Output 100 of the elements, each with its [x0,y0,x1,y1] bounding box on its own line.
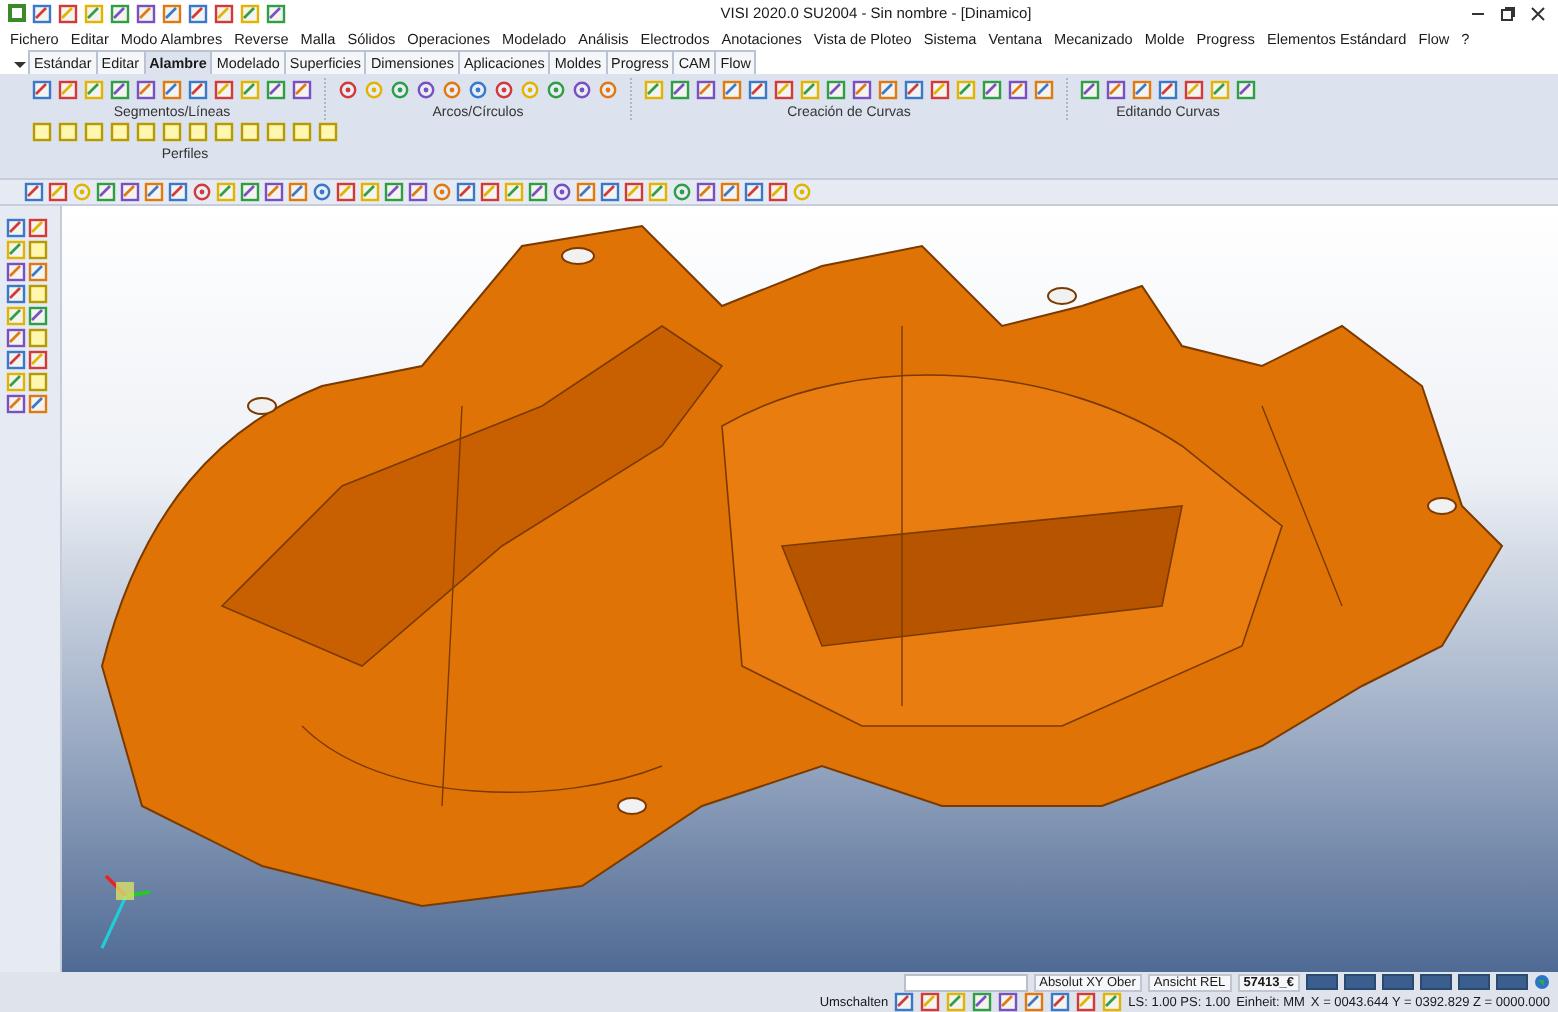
tool-icon[interactable] [6,306,26,326]
tool-icon[interactable] [1102,992,1123,1012]
tool-icon[interactable] [1158,80,1178,100]
restore-icon[interactable] [1496,3,1520,23]
tool-icon[interactable] [28,240,48,260]
tool-icon[interactable] [6,328,26,348]
tool-icon[interactable] [1034,80,1054,100]
tool-icon[interactable] [768,182,788,202]
tool-icon[interactable] [644,80,664,100]
tool-icon[interactable] [408,182,428,202]
tool-icon[interactable] [28,394,48,414]
tool-icon[interactable] [576,182,596,202]
tool-icon[interactable] [480,182,500,202]
tool-icon[interactable] [696,182,716,202]
tool-icon[interactable] [648,182,668,202]
tool-icon[interactable] [972,992,993,1012]
tool-icon[interactable] [136,3,156,23]
tool-icon[interactable] [946,992,967,1012]
tool-icon[interactable] [214,3,234,23]
tool-icon[interactable] [48,182,68,202]
tool-icon[interactable] [110,80,130,100]
tool-icon[interactable] [6,240,26,260]
tool-icon[interactable] [120,182,140,202]
close-icon[interactable] [1526,3,1550,23]
tool-icon[interactable] [28,350,48,370]
tool-icon[interactable] [292,80,312,100]
tool-icon[interactable] [6,394,26,414]
tool-icon[interactable] [58,3,78,23]
tool-icon[interactable] [1210,80,1230,100]
tool-icon[interactable] [1024,992,1045,1012]
tool-icon[interactable] [288,182,308,202]
tool-icon[interactable] [188,3,208,23]
tool-icon[interactable] [58,80,78,100]
tool-icon[interactable] [904,80,924,100]
tool-icon[interactable] [528,182,548,202]
tool-icon[interactable] [96,182,116,202]
tool-icon[interactable] [930,80,950,100]
tool-icon[interactable] [826,80,846,100]
tool-icon[interactable] [266,3,286,23]
tool-icon[interactable] [1008,80,1028,100]
tool-icon[interactable] [384,182,404,202]
tool-icon[interactable] [336,182,356,202]
tool-icon[interactable] [6,262,26,282]
tool-icon[interactable] [6,218,26,238]
tool-icon[interactable] [1050,992,1071,1012]
tool-icon[interactable] [894,992,915,1012]
tool-icon[interactable] [1236,80,1256,100]
tool-icon[interactable] [956,80,976,100]
tool-icon[interactable] [696,80,716,100]
tool-icon[interactable] [136,80,156,100]
tool-icon[interactable] [266,80,286,100]
tool-icon[interactable] [720,182,740,202]
tool-icon[interactable] [192,182,212,202]
tool-icon[interactable] [670,80,690,100]
tool-icon[interactable] [110,3,130,23]
tool-icon[interactable] [312,182,332,202]
tool-icon[interactable] [432,182,452,202]
tool-icon[interactable] [32,80,52,100]
tool-icon[interactable] [1076,992,1097,1012]
tool-icon[interactable] [240,80,260,100]
tool-icon[interactable] [360,182,380,202]
tool-icon[interactable] [240,3,260,23]
tool-icon[interactable] [28,372,48,392]
tool-icon[interactable] [1106,80,1126,100]
tool-icon[interactable] [552,182,572,202]
tool-icon[interactable] [188,80,208,100]
tool-icon[interactable] [28,328,48,348]
search-field[interactable] [903,973,1028,991]
tool-icon[interactable] [162,80,182,100]
tool-icon[interactable] [144,182,164,202]
tool-icon[interactable] [624,182,644,202]
tool-icon[interactable] [1080,80,1100,100]
tool-icon[interactable] [748,80,768,100]
tool-icon[interactable] [722,80,742,100]
tool-icon[interactable] [28,262,48,282]
tool-icon[interactable] [84,80,104,100]
tool-icon[interactable] [6,372,26,392]
tool-icon[interactable] [1132,80,1152,100]
tool-icon[interactable] [84,3,104,23]
tool-icon[interactable] [920,992,941,1012]
tool-icon[interactable] [214,80,234,100]
globe-icon[interactable] [1534,974,1550,990]
tool-icon[interactable] [982,80,1002,100]
tool-icon[interactable] [800,80,820,100]
tool-icon[interactable] [1184,80,1204,100]
tool-icon[interactable] [162,3,182,23]
tool-icon[interactable] [6,284,26,304]
tool-icon[interactable] [24,182,44,202]
tool-icon[interactable] [240,182,260,202]
tool-icon[interactable] [774,80,794,100]
tool-icon[interactable] [504,182,524,202]
tool-icon[interactable] [168,182,188,202]
tool-icon[interactable] [28,306,48,326]
tool-icon[interactable] [28,284,48,304]
tool-icon[interactable] [216,182,236,202]
tool-icon[interactable] [456,182,476,202]
tool-icon[interactable] [672,182,692,202]
tool-icon[interactable] [744,182,764,202]
tool-icon[interactable] [600,182,620,202]
tool-icon[interactable] [998,992,1019,1012]
